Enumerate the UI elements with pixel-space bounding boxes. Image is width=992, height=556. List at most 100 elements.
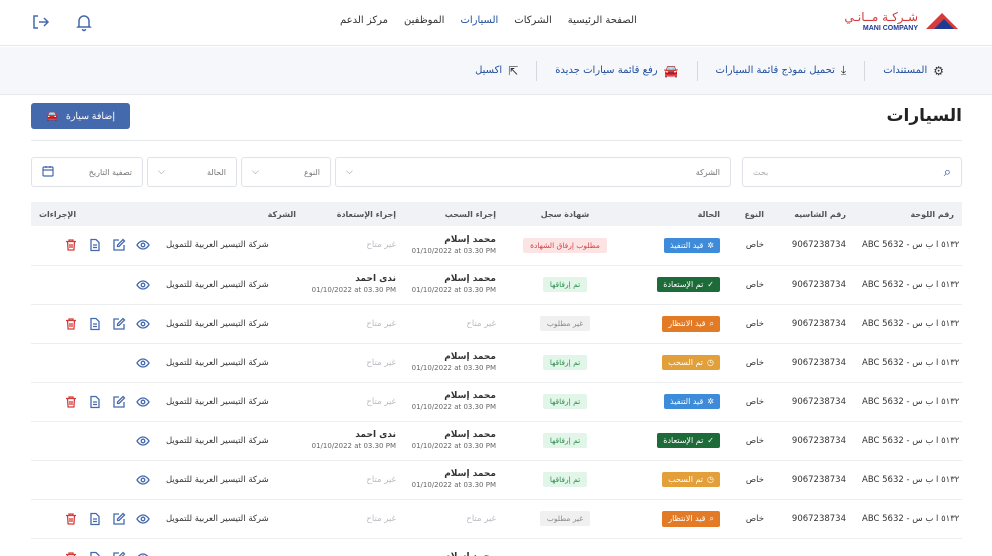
certificate-badge: تم إرفاقها bbox=[542, 355, 588, 370]
delete-icon[interactable] bbox=[64, 317, 78, 331]
search-input[interactable]: ⌕ بحث bbox=[742, 157, 962, 187]
logout-icon[interactable] bbox=[30, 12, 50, 32]
status-cell: ◷ تم السحب bbox=[626, 460, 728, 500]
calendar-icon bbox=[42, 165, 54, 179]
company-filter[interactable]: الشركة ⌵ bbox=[335, 157, 731, 187]
download-template-link[interactable]: ⤓ تحميل نموذج قائمة السيارات bbox=[698, 63, 865, 78]
status-filter-label: الحالة bbox=[207, 167, 226, 177]
status-filter[interactable]: الحالة ⌵ bbox=[147, 157, 237, 187]
col-restore[interactable]: إجراء الإستعادة bbox=[304, 202, 404, 226]
pull-date: 01/10/2022 at 03.30 PM bbox=[411, 402, 496, 411]
restore-na: غير متاح bbox=[366, 318, 396, 329]
top-navbar: شـركـة مــانـي MANI COMPANY الصفحة الرئي… bbox=[0, 0, 992, 46]
certificate-badge: غير مطلوب bbox=[539, 316, 591, 331]
table-row[interactable]: ABC 5632 - ٥١٣٢ ا ب س 9067238734 خاص ⌕ قي… bbox=[31, 499, 962, 539]
nav-cars[interactable]: السيارات bbox=[460, 15, 498, 26]
document-icon[interactable] bbox=[88, 317, 102, 331]
nav-support[interactable]: مركز الدعم bbox=[340, 15, 388, 26]
chassis-cell: 9067238734 bbox=[772, 382, 854, 422]
chassis-cell: 9067238734 bbox=[772, 460, 854, 500]
certificate-cell: تم إرفاقها bbox=[504, 382, 626, 422]
col-certificate[interactable]: شهادة سجل bbox=[504, 202, 626, 226]
restore-cell: غير متاح bbox=[304, 226, 404, 266]
pull-cell: محمد إسلام 01/10/2022 at 03.30 PM bbox=[404, 226, 504, 266]
search-icon: ⌕ bbox=[709, 513, 714, 523]
restore-date: 01/10/2022 at 03.30 PM bbox=[311, 441, 396, 450]
delete-icon[interactable] bbox=[64, 395, 78, 409]
chassis-cell: 9067238734 bbox=[772, 226, 854, 266]
col-plate[interactable]: رقم اللوحة bbox=[854, 202, 962, 226]
company-cell: شركة التيسير العربية للتمويل bbox=[158, 265, 304, 305]
table-row[interactable]: ABC 5632 - ٥١٣٢ ا ب س 9067238734 خاص ✓ تم… bbox=[31, 421, 962, 461]
type-cell: خاص bbox=[728, 265, 772, 305]
document-icon[interactable] bbox=[88, 512, 102, 526]
type-filter[interactable]: النوع ⌵ bbox=[241, 157, 331, 187]
company-cell: شركة التيسير العربية للتمويل bbox=[158, 421, 304, 461]
company-logo[interactable]: شـركـة مــانـي MANI COMPANY bbox=[844, 9, 960, 33]
plate-cell bbox=[854, 538, 962, 556]
type-cell: خاص bbox=[728, 460, 772, 500]
divider bbox=[536, 60, 538, 81]
date-filter[interactable]: تصفية التاريخ bbox=[31, 157, 143, 187]
table-row[interactable]: ABC 5632 - ٥١٣٢ ا ب س 9067238734 خاص ✲ قي… bbox=[31, 226, 962, 266]
plate-cell: ABC 5632 - ٥١٣٢ ا ب س bbox=[854, 499, 962, 539]
delete-icon[interactable] bbox=[64, 238, 78, 252]
table-row[interactable]: ABC 5632 - ٥١٣٢ ا ب س 9067238734 خاص ✲ قي… bbox=[31, 382, 962, 422]
document-icon[interactable] bbox=[88, 395, 102, 409]
status-text: تم الإستعادة bbox=[663, 280, 704, 289]
view-icon[interactable] bbox=[136, 278, 150, 292]
view-icon[interactable] bbox=[136, 356, 150, 370]
restore-cell: غير متاح bbox=[304, 382, 404, 422]
documents-label: المستندات bbox=[883, 65, 928, 76]
view-icon[interactable] bbox=[136, 434, 150, 448]
table-row[interactable]: ABC 5632 - ٥١٣٢ ا ب س 9067238734 خاص ⌕ قي… bbox=[31, 304, 962, 344]
documents-link[interactable]: ⚙ المستندات bbox=[865, 64, 962, 78]
document-icon[interactable] bbox=[88, 551, 102, 556]
bell-icon[interactable] bbox=[74, 12, 94, 32]
delete-icon[interactable] bbox=[64, 512, 78, 526]
table-row[interactable]: ABC 5632 - ٥١٣٢ ا ب س 9067238734 خاص ◷ تم… bbox=[31, 343, 962, 383]
add-car-button[interactable]: إضافة سيارة 🚘 bbox=[31, 103, 130, 129]
table-row[interactable]: محمد إسلام bbox=[31, 538, 962, 556]
col-company[interactable]: الشركة bbox=[158, 202, 304, 226]
table-header: رقم اللوحة رقم الشاسيه النوع الحالة شهاد… bbox=[31, 202, 962, 226]
col-pull[interactable]: إجراء السحب bbox=[404, 202, 504, 226]
view-icon[interactable] bbox=[136, 473, 150, 487]
document-icon[interactable] bbox=[88, 238, 102, 252]
edit-icon[interactable] bbox=[112, 512, 126, 526]
view-icon[interactable] bbox=[136, 395, 150, 409]
nav-companies[interactable]: الشركات bbox=[514, 15, 552, 26]
nav-home[interactable]: الصفحة الرئيسية bbox=[568, 15, 637, 26]
excel-export-link[interactable]: ⇱ اكسيل bbox=[457, 64, 536, 78]
status-text: قيد الانتظار bbox=[668, 319, 706, 328]
col-type[interactable]: النوع bbox=[728, 202, 772, 226]
view-icon[interactable] bbox=[136, 238, 150, 252]
pull-user: محمد إسلام bbox=[444, 469, 496, 480]
edit-icon[interactable] bbox=[112, 551, 126, 556]
table-row[interactable]: ABC 5632 - ٥١٣٢ ا ب س 9067238734 خاص ✓ تم… bbox=[31, 265, 962, 305]
edit-icon[interactable] bbox=[112, 395, 126, 409]
search-icon: ⌕ bbox=[709, 318, 714, 328]
chassis-cell: 9067238734 bbox=[772, 499, 854, 539]
chevron-down-icon: ⌵ bbox=[252, 167, 259, 177]
status-cell: ⌕ قيد الانتظار bbox=[626, 304, 728, 344]
edit-icon[interactable] bbox=[112, 238, 126, 252]
restore-user: ندى احمد bbox=[355, 274, 396, 285]
col-status[interactable]: الحالة bbox=[626, 202, 728, 226]
nav-employees[interactable]: الموظفين bbox=[404, 15, 444, 26]
delete-icon[interactable] bbox=[64, 551, 78, 556]
upload-cars-link[interactable]: 🚘 رفع قائمة سيارات جديدة bbox=[537, 64, 696, 78]
certificate-badge: تم إرفاقها bbox=[542, 433, 588, 448]
edit-icon[interactable] bbox=[112, 317, 126, 331]
col-actions[interactable]: الإجراءات bbox=[31, 202, 158, 226]
view-icon[interactable] bbox=[136, 512, 150, 526]
company-filter-label: الشركة bbox=[695, 167, 720, 177]
view-icon[interactable] bbox=[136, 551, 150, 556]
restore-cell: ندى احمد 01/10/2022 at 03.30 PM bbox=[304, 421, 404, 461]
restore-cell: غير متاح bbox=[304, 460, 404, 500]
plate-cell: ABC 5632 - ٥١٣٢ ا ب س bbox=[854, 343, 962, 383]
table-row[interactable]: ABC 5632 - ٥١٣٢ ا ب س 9067238734 خاص ◷ تم… bbox=[31, 460, 962, 500]
view-icon[interactable] bbox=[136, 317, 150, 331]
certificate-badge: تم إرفاقها bbox=[542, 277, 588, 292]
col-chassis[interactable]: رقم الشاسيه bbox=[772, 202, 854, 226]
